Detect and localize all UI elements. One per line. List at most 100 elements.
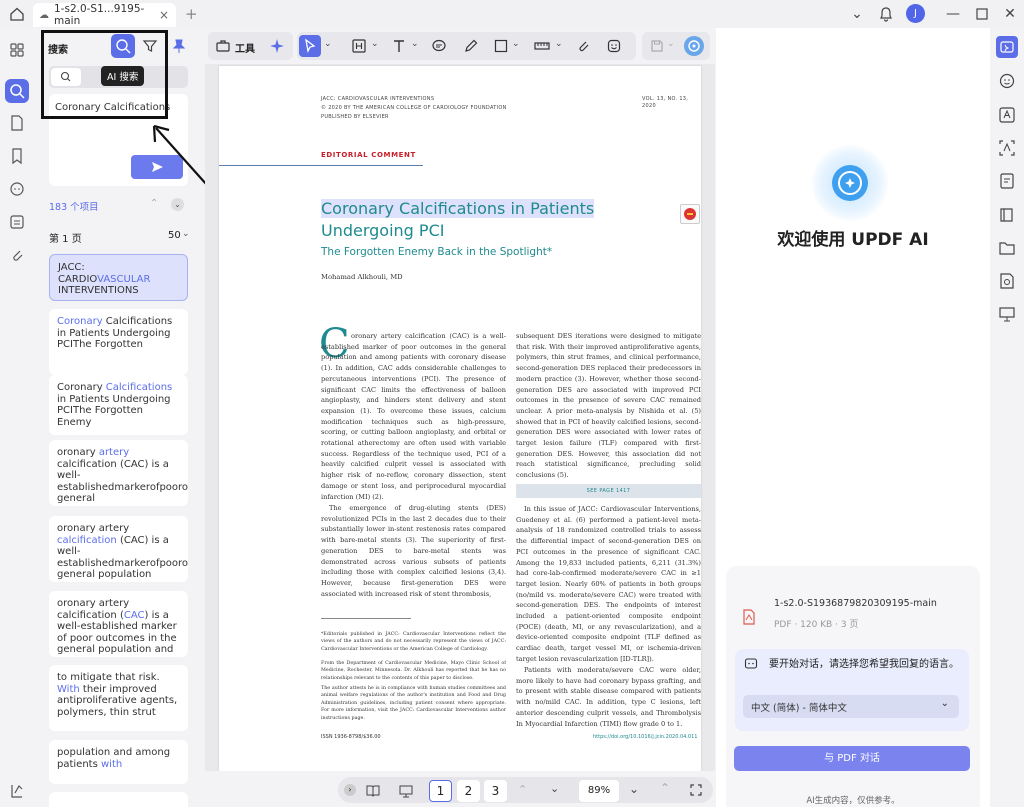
crossmark-icon[interactable]: [680, 204, 700, 224]
book-icon[interactable]: [997, 205, 1017, 225]
save-icon[interactable]: [649, 38, 665, 54]
new-tab-button[interactable]: +: [185, 5, 198, 23]
document-viewer[interactable]: JACC: CARDIOVASCULAR INTERVENTIONS © 202…: [205, 64, 715, 771]
shape-icon[interactable]: [493, 38, 509, 54]
chat-icon[interactable]: [997, 71, 1017, 91]
zoom-in-icon[interactable]: ⌃: [660, 781, 670, 795]
pin-icon[interactable]: [172, 38, 186, 54]
chevron-down-icon[interactable]: ⌄: [324, 39, 332, 49]
previous-page-icon[interactable]: ⌃: [518, 783, 527, 796]
chevron-right-icon[interactable]: ›: [344, 784, 356, 796]
pen-icon[interactable]: [463, 38, 479, 54]
ocr-icon[interactable]: [997, 138, 1017, 158]
sticker-icon[interactable]: [606, 38, 622, 54]
publisher-line: PUBLISHED BY ELSEVIER: [321, 114, 389, 120]
footnote-compliance: The author attests he is in compliance w…: [321, 686, 506, 721]
doi-link[interactable]: https://doi.org/10.1016/j.jcin.2020.04.0…: [593, 734, 697, 740]
avatar[interactable]: J: [906, 4, 925, 23]
language-select-value: 中文 (简体) - 简体中文: [751, 703, 847, 714]
column-1-paragraph-1: oronary artery calcification (CAC) is a …: [321, 332, 506, 501]
form-fill-icon[interactable]: [997, 171, 1017, 191]
column-2-paragraph-1: subsequent DES iterations were designed …: [516, 332, 701, 480]
footnote-affiliation: From the Department of Cardiovascular Me…: [321, 661, 506, 681]
presentation-icon[interactable]: [398, 784, 414, 798]
chevron-down-icon[interactable]: ⌄: [411, 39, 419, 49]
column-2-paragraph-2: In this issue of JACC: Cardiovascular In…: [516, 505, 701, 663]
left-rail: [0, 28, 34, 807]
bookmark-icon[interactable]: [7, 146, 27, 166]
toolbox-icon[interactable]: [215, 38, 231, 54]
chevron-down-icon[interactable]: ⌄: [667, 39, 675, 49]
journal-name: JACC: CARDIOVASCULAR INTERVENTIONS: [321, 96, 435, 102]
ai-assistant-rail-button[interactable]: [996, 36, 1018, 58]
search-result[interactable]: oronary artery calcification (CAC) is a …: [49, 440, 188, 506]
comment-icon[interactable]: [7, 179, 27, 199]
section-heading: EDITORIAL COMMENT: [321, 151, 416, 159]
search-rail-button[interactable]: [5, 79, 29, 103]
search-document-icon[interactable]: [997, 271, 1017, 291]
attach-icon[interactable]: [575, 38, 591, 54]
search-result[interactable]: Coronary Calcifications in Patients Unde…: [49, 309, 188, 375]
fit-page-icon[interactable]: [689, 783, 703, 797]
search-result[interactable]: [49, 792, 188, 807]
next-page-icon[interactable]: ⌄: [550, 782, 559, 795]
folder-icon[interactable]: [997, 238, 1017, 258]
attachment-icon[interactable]: [7, 245, 27, 265]
comment-tool-icon[interactable]: [431, 38, 447, 54]
search-result[interactable]: oronary artery calcification (CAC) is a …: [49, 516, 188, 582]
text-box-icon[interactable]: [351, 38, 367, 54]
ai-welcome-title: 欢迎使用 UPDF AI: [777, 230, 929, 250]
form-icon[interactable]: [7, 212, 27, 232]
page-button-2[interactable]: 2: [457, 780, 480, 802]
chevron-down-icon[interactable]: ⌄: [555, 39, 563, 49]
layers-icon[interactable]: [7, 781, 27, 801]
close-tab-icon[interactable]: ×: [159, 8, 169, 22]
close-window-icon[interactable]: ✕: [1001, 5, 1019, 23]
updf-ai-icon[interactable]: [684, 36, 704, 56]
minimize-icon[interactable]: —: [944, 5, 962, 23]
file-name: 1-s2.0-S1936879820309195-main: [774, 598, 937, 609]
zoom-out-icon[interactable]: ⌄: [629, 782, 639, 796]
select-tool-button[interactable]: [299, 35, 321, 57]
chevron-down-icon[interactable]: ⌄: [848, 5, 866, 23]
search-result[interactable]: population and among patients with: [49, 740, 188, 784]
text-tool-icon[interactable]: [391, 38, 407, 54]
translate-icon[interactable]: [997, 105, 1017, 125]
page-icon[interactable]: [7, 113, 27, 133]
see-page-box: SEE PAGE 1417: [516, 484, 701, 498]
page-button-3[interactable]: 3: [484, 780, 507, 802]
chevron-down-icon[interactable]: ⌄: [182, 229, 190, 239]
chat-bot-icon: [744, 657, 758, 671]
presentation-rail-icon[interactable]: [997, 304, 1017, 324]
sparkle-icon[interactable]: [268, 37, 286, 55]
search-result[interactable]: oronary artery calcification (CAC) is a …: [49, 591, 188, 657]
chevron-down-icon[interactable]: ⌄: [371, 39, 379, 49]
search-result[interactable]: Coronary Calcifications in Patients Unde…: [49, 375, 188, 435]
zoom-level[interactable]: 89%: [579, 780, 619, 802]
column-1-paragraph-2: The emergence of drug-eluting stents (DE…: [321, 504, 506, 598]
tools-label[interactable]: 工具: [235, 40, 255, 55]
ai-logo-icon: [812, 145, 888, 221]
article-author: Mohamad Alkhouli, MD: [321, 273, 403, 281]
thumbnails-icon[interactable]: [7, 40, 27, 60]
search-result[interactable]: to mitigate that risk. With their improv…: [49, 665, 188, 731]
volume-line: VOL. 13, NO. 13, 2020: [642, 96, 689, 109]
column-2-paragraph-3: Patients with moderate/severe CAC were o…: [516, 666, 701, 728]
document-tab[interactable]: ☁ 1-s2.0-S1...9195-main ×: [33, 3, 176, 27]
right-rail: [990, 28, 1024, 807]
maximize-icon[interactable]: [973, 5, 991, 23]
bell-icon[interactable]: [877, 5, 895, 23]
pdf-file-icon: [742, 609, 756, 625]
chat-with-pdf-button[interactable]: 与 PDF 对话: [734, 746, 970, 771]
ai-assistant-panel: 欢迎使用 UPDF AI 1-s2.0-S1936879820309195-ma…: [716, 28, 990, 807]
measure-icon[interactable]: [533, 38, 551, 54]
reading-mode-icon[interactable]: [365, 784, 381, 798]
language-select[interactable]: 中文 (简体) - 简体中文 ⌄: [743, 695, 959, 718]
cloud-icon: ☁: [39, 9, 49, 21]
chevron-down-icon[interactable]: ⌄: [512, 39, 520, 49]
home-icon[interactable]: [9, 6, 25, 22]
page-button-1[interactable]: 1: [429, 780, 452, 802]
search-result[interactable]: JACC: CARDIOVASCULAR INTERVENTIONS: [49, 254, 188, 301]
page-group-label: 第 1 页: [49, 234, 82, 245]
footnote-editorials: *Editorials published in JACC: Cardiovas…: [321, 632, 506, 652]
